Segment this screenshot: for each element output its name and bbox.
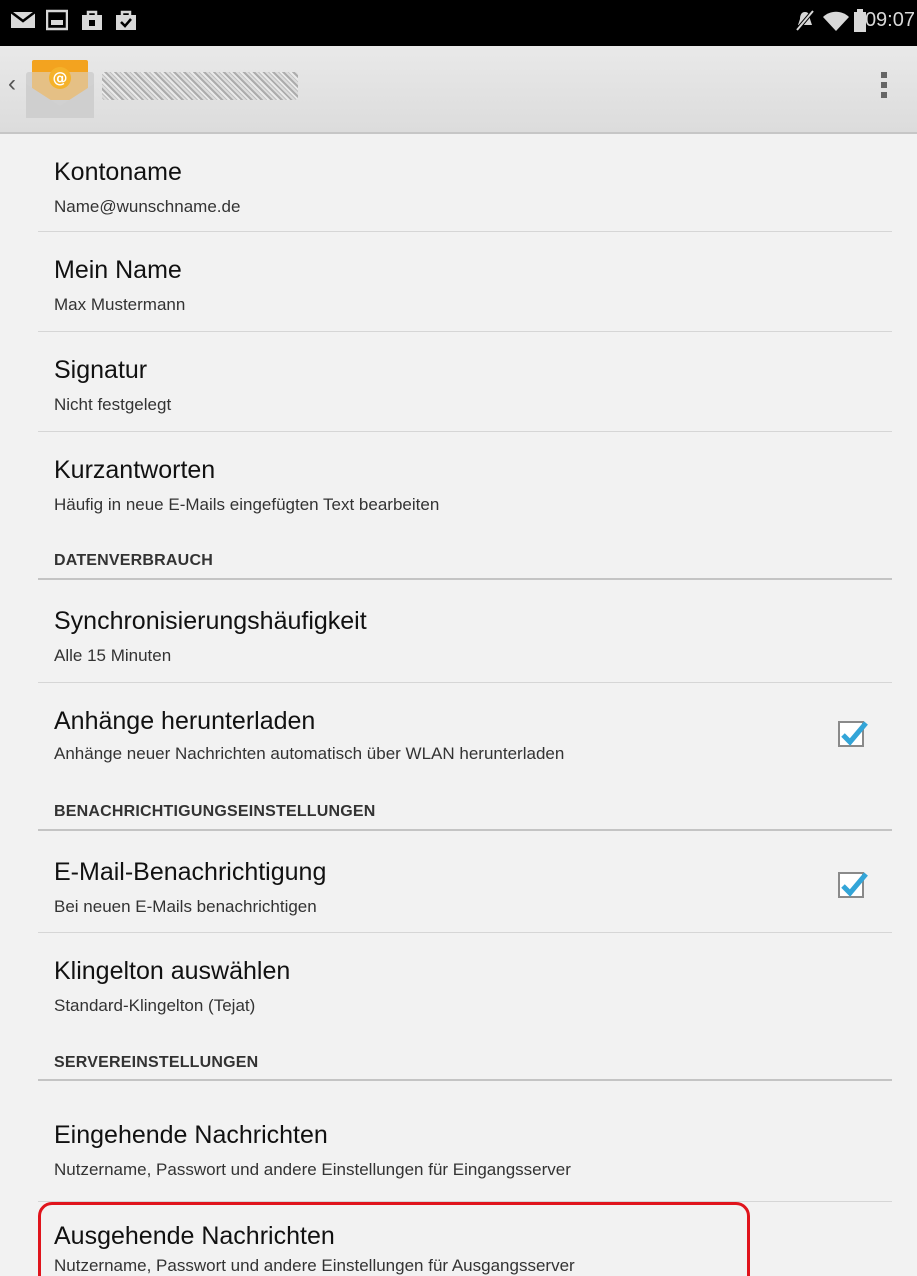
setting-signature[interactable]: Signatur Nicht festgelegt [38,332,892,432]
setting-download-attachments[interactable]: Anhänge herunterladen Anhänge neuer Nach… [38,683,892,783]
setting-title: Kontoname [54,158,182,186]
setting-sync-frequency[interactable]: Synchronisierungshäufigkeit Alle 15 Minu… [38,580,892,683]
setting-quick-responses[interactable]: Kurzantworten Häufig in neue E-Mails ein… [38,432,892,532]
setting-summary: Nicht festgelegt [54,395,172,414]
setting-incoming-server[interactable]: Eingehende Nachrichten Nutzername, Passw… [38,1081,892,1202]
wifi-icon [823,11,849,31]
gallery-icon [46,9,68,31]
category-label: BENACHRICHTIGUNGSEINSTELLUNGEN [54,803,376,820]
action-bar: ‹ @ [0,46,917,134]
mail-icon [10,11,36,28]
checkmark-icon [841,721,868,746]
email-notification-checkbox[interactable] [838,872,868,898]
category-label: DATENVERBRAUCH [54,552,213,569]
mute-icon [795,9,815,32]
setting-title: Anhänge herunterladen [54,707,316,735]
email-app-icon[interactable]: @ [22,56,98,122]
status-time: 09:07 [864,9,915,31]
bag-icon [82,10,102,30]
setting-title: Ausgehende Nachrichten [54,1222,335,1250]
setting-outgoing-server[interactable]: Ausgehende Nachrichten Nutzername, Passw… [38,1202,892,1276]
bag-check-icon [116,10,136,30]
setting-title: Signatur [54,356,148,384]
status-bar: 09:07 [0,0,917,46]
setting-title: Klingelton auswählen [54,957,291,985]
category-server-settings: SERVEREINSTELLUNGEN [38,1033,892,1081]
category-notifications: BENACHRICHTIGUNGSEINSTELLUNGEN [38,783,892,831]
setting-ringtone[interactable]: Klingelton auswählen Standard-Klingelton… [38,933,892,1033]
category-label: SERVEREINSTELLUNGEN [54,1054,259,1071]
svg-text:@: @ [53,69,68,87]
setting-my-name[interactable]: Mein Name Max Mustermann [38,232,892,332]
setting-summary: Max Mustermann [54,295,186,314]
overflow-menu-icon[interactable] [881,72,889,102]
setting-summary: Standard-Klingelton (Tejat) [54,996,256,1015]
checkmark-icon [841,872,868,897]
setting-summary: Name@wunschname.de [54,197,241,216]
setting-account-name[interactable]: Kontoname Name@wunschname.de [38,134,892,232]
setting-title: Synchronisierungshäufigkeit [54,607,367,635]
setting-summary: Häufig in neue E-Mails eingefügten Text … [54,495,440,514]
setting-email-notification[interactable]: E-Mail-Benachrichtigung Bei neuen E-Mail… [38,831,892,933]
setting-title: Kurzantworten [54,456,216,484]
setting-summary: Nutzername, Passwort und andere Einstell… [54,1160,571,1179]
setting-summary: Anhänge neuer Nachrichten automatisch üb… [54,744,565,763]
setting-summary: Bei neuen E-Mails benachrichtigen [54,897,317,916]
setting-title: Mein Name [54,256,182,284]
back-chevron-icon[interactable]: ‹ [8,70,16,98]
setting-summary: Nutzername, Passwort und andere Einstell… [54,1256,575,1275]
setting-title: Eingehende Nachrichten [54,1121,328,1149]
setting-summary: Alle 15 Minuten [54,646,172,665]
setting-title: E-Mail-Benachrichtigung [54,858,327,886]
download-attachments-checkbox[interactable] [838,721,868,747]
category-data-usage: DATENVERBRAUCH [38,532,892,580]
account-title-blurred [102,72,298,100]
